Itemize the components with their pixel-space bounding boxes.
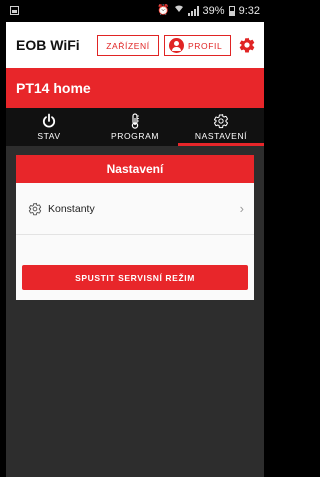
battery-percent: 39% — [202, 4, 225, 17]
active-tab-indicator — [178, 143, 264, 146]
user-icon — [169, 38, 184, 53]
tab-label: STAV — [37, 131, 61, 141]
list-item-konstanty[interactable]: Konstanty › — [16, 197, 254, 223]
alarm-icon: ⏰ — [157, 4, 170, 16]
tab-program[interactable]: PROGRAM — [92, 108, 178, 146]
settings-gear-icon[interactable] — [238, 36, 256, 54]
list-item-label: Konstanty — [48, 203, 95, 215]
device-name: PT14 home — [16, 80, 91, 96]
service-mode-button-label: SPUSTIT SERVISNÍ REŽIM — [75, 272, 195, 283]
thermometer-icon — [131, 113, 139, 129]
app-title: EOB WiFi — [16, 37, 80, 53]
screenshot-notification-icon — [10, 6, 19, 15]
profile-button[interactable]: PROFIL — [164, 35, 231, 56]
divider — [16, 234, 254, 235]
signal-icon — [187, 5, 199, 16]
tab-nastaveni[interactable]: NASTAVENÍ — [178, 108, 264, 146]
app-header: EOB WiFi ZAŘÍZENÍ PROFIL — [6, 22, 264, 68]
settings-card: Nastavení Konstanty › SPUSTIT SERVISNÍ R… — [16, 155, 254, 300]
tab-label: PROGRAM — [110, 131, 160, 141]
gear-icon — [214, 114, 228, 129]
profile-button-label: PROFIL — [188, 40, 223, 51]
tab-bar: STAV PROGRAM NASTAVENÍ — [6, 108, 264, 146]
battery-icon — [228, 5, 235, 16]
tab-label: NASTAVENÍ — [194, 131, 248, 141]
settings-card-title: Nastavení — [16, 155, 254, 183]
wifi-icon — [174, 4, 184, 17]
devices-button-label: ZAŘÍZENÍ — [106, 40, 150, 51]
chevron-right-icon: › — [239, 201, 244, 216]
power-icon — [42, 113, 56, 128]
service-mode-button[interactable]: SPUSTIT SERVISNÍ REŽIM — [22, 265, 248, 290]
device-bar: PT14 home — [6, 68, 264, 108]
tab-stav[interactable]: STAV — [6, 108, 92, 146]
gear-icon — [28, 202, 42, 216]
status-bar: ⏰ 39% 9:32 — [6, 0, 264, 22]
app-screen: ⏰ 39% 9:32 EOB WiFi ZAŘÍZENÍ PROFIL PT14… — [6, 0, 264, 477]
clock: 9:32 — [238, 4, 260, 17]
devices-button[interactable]: ZAŘÍZENÍ — [97, 35, 159, 56]
